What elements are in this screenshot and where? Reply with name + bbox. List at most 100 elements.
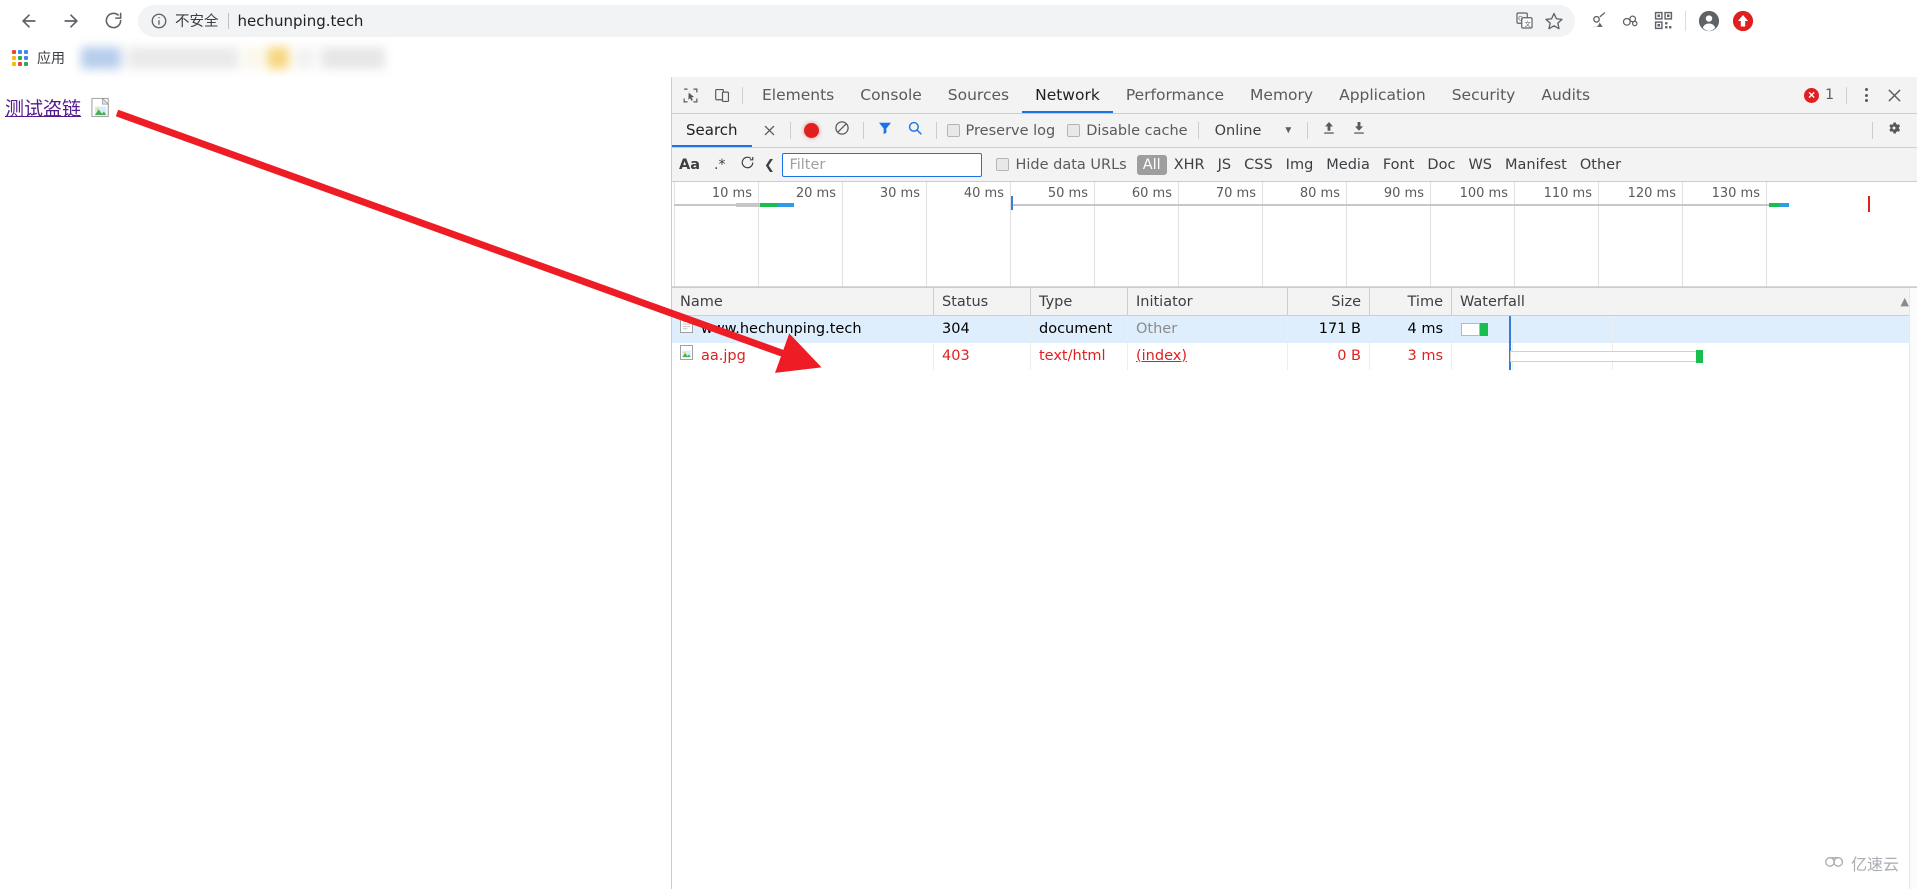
request-size: 171 B xyxy=(1288,315,1370,343)
tab-elements[interactable]: Elements xyxy=(749,77,847,113)
molecule-icon[interactable] xyxy=(1615,5,1647,37)
arrow-right-icon xyxy=(61,11,81,31)
search-drawer-tab[interactable]: Search xyxy=(672,114,752,147)
bookmark-item[interactable] xyxy=(321,47,385,69)
preserve-log-checkbox[interactable]: Preserve log xyxy=(946,122,1056,139)
filter-toggle-button[interactable] xyxy=(870,117,900,145)
tab-audits[interactable]: Audits xyxy=(1528,77,1603,113)
type-filter-media[interactable]: Media xyxy=(1320,155,1376,175)
search-close-icon[interactable] xyxy=(756,117,784,145)
overview-gridline xyxy=(842,182,843,287)
table-row[interactable]: www.hechunping.tech 304 document Other 1… xyxy=(672,315,1917,343)
type-filter-all[interactable]: All xyxy=(1136,154,1167,175)
toolbar-divider-3 xyxy=(935,122,937,139)
account-avatar-icon[interactable] xyxy=(1692,4,1726,38)
type-filter-ws[interactable]: WS xyxy=(1462,155,1498,175)
type-filter-manifest[interactable]: Manifest xyxy=(1499,155,1573,175)
qr-code-icon[interactable] xyxy=(1647,5,1679,37)
broken-image-icon xyxy=(91,97,112,118)
close-icon[interactable] xyxy=(1879,82,1909,108)
request-initiator: Other xyxy=(1128,315,1288,343)
throttling-dropdown[interactable]: Online ▼ xyxy=(1205,123,1294,139)
error-count-badge[interactable]: × 1 xyxy=(1804,87,1834,103)
request-initiator-link[interactable]: (index) xyxy=(1136,348,1187,364)
regex-button[interactable]: .* xyxy=(707,157,732,173)
filter-input[interactable] xyxy=(782,152,983,177)
column-header-waterfall[interactable]: Waterfall ▲ xyxy=(1452,288,1917,316)
tab-performance[interactable]: Performance xyxy=(1113,77,1237,113)
request-size: 0 B xyxy=(1288,342,1370,370)
request-type: document xyxy=(1031,315,1128,343)
column-header-waterfall-label: Waterfall xyxy=(1460,293,1525,310)
apps-shortcut[interactable]: 应用 xyxy=(12,48,65,68)
type-filter-js[interactable]: JS xyxy=(1212,155,1237,175)
bookmark-item[interactable] xyxy=(267,47,289,69)
table-row[interactable]: aa.jpg 403 text/html (index) 0 B 3 ms xyxy=(672,342,1917,370)
more-vertical-icon[interactable] xyxy=(1853,82,1879,108)
collapse-search-button[interactable]: ❮ xyxy=(762,151,776,179)
match-case-button[interactable]: Aa xyxy=(672,157,707,173)
import-har-button[interactable] xyxy=(1314,117,1344,145)
type-filter-font[interactable]: Font xyxy=(1377,155,1421,175)
forward-button[interactable] xyxy=(54,4,88,38)
vertical-scrollbar[interactable] xyxy=(1909,288,1917,889)
network-overview[interactable]: 10 ms 20 ms 30 ms 40 ms 50 ms 60 ms 70 m… xyxy=(672,182,1917,288)
bookmark-item[interactable] xyxy=(81,47,121,69)
throttling-value: Online xyxy=(1214,122,1262,139)
bookmark-item[interactable] xyxy=(127,47,239,69)
refresh-icon xyxy=(740,155,755,175)
column-header-size[interactable]: Size xyxy=(1288,288,1370,316)
type-filter-other[interactable]: Other xyxy=(1574,155,1627,175)
hide-data-urls-checkbox[interactable]: Hide data URLs xyxy=(996,157,1127,173)
star-icon[interactable] xyxy=(1539,6,1569,36)
record-button[interactable] xyxy=(797,117,827,145)
tab-memory[interactable]: Memory xyxy=(1237,77,1326,113)
overview-marker xyxy=(1868,196,1870,212)
translate-icon[interactable]: G文 xyxy=(1509,6,1539,36)
clear-button[interactable] xyxy=(827,117,857,145)
type-filter-xhr[interactable]: XHR xyxy=(1168,155,1211,175)
hotlink-test-link[interactable]: 测试盗链 xyxy=(5,94,81,121)
tab-console[interactable]: Console xyxy=(847,77,935,113)
gear-icon xyxy=(1886,120,1902,141)
column-header-time[interactable]: Time xyxy=(1370,288,1452,316)
satellite-dish-icon[interactable] xyxy=(1583,5,1615,37)
settings-button[interactable] xyxy=(1879,117,1909,145)
error-circle-icon: × xyxy=(1804,87,1820,103)
column-header-status[interactable]: Status xyxy=(934,288,1031,316)
refresh-search-button[interactable] xyxy=(732,151,762,179)
type-filter-doc[interactable]: Doc xyxy=(1421,155,1461,175)
bookmark-item[interactable] xyxy=(295,47,315,69)
overview-tick-label: 120 ms xyxy=(1627,186,1676,201)
search-button[interactable] xyxy=(900,117,930,145)
type-filter-css[interactable]: CSS xyxy=(1238,155,1279,175)
address-bar[interactable]: 不安全 hechunping.tech G文 xyxy=(138,4,1575,37)
column-header-type[interactable]: Type xyxy=(1031,288,1128,316)
svg-text:G: G xyxy=(1518,16,1523,23)
tab-application[interactable]: Application xyxy=(1326,77,1439,113)
toolbar-divider-2 xyxy=(862,122,864,139)
device-toolbar-icon[interactable] xyxy=(708,82,736,108)
bookmark-item[interactable] xyxy=(245,47,261,69)
tab-security[interactable]: Security xyxy=(1439,77,1529,113)
checkbox-box xyxy=(946,124,960,137)
column-header-name[interactable]: Name xyxy=(672,288,934,316)
blurred-bookmarks[interactable] xyxy=(81,46,391,70)
update-arrow-icon[interactable] xyxy=(1726,4,1760,38)
overview-tick-label: 100 ms xyxy=(1459,186,1508,201)
checkbox-box xyxy=(1067,124,1081,137)
preserve-log-label: Preserve log xyxy=(965,122,1056,139)
back-button[interactable] xyxy=(12,4,46,38)
info-circle-icon[interactable] xyxy=(150,12,168,30)
reload-button[interactable] xyxy=(96,4,130,38)
devtools-panel: Elements Console Sources Network Perform… xyxy=(671,77,1917,889)
upload-arrow-icon xyxy=(1321,120,1337,141)
inspect-element-icon[interactable] xyxy=(676,82,704,108)
overview-tick-label: 50 ms xyxy=(1047,186,1088,201)
tab-network[interactable]: Network xyxy=(1022,77,1113,113)
column-header-initiator[interactable]: Initiator xyxy=(1128,288,1288,316)
type-filter-img[interactable]: Img xyxy=(1280,155,1320,175)
tab-sources[interactable]: Sources xyxy=(935,77,1022,113)
disable-cache-checkbox[interactable]: Disable cache xyxy=(1067,123,1188,139)
export-har-button[interactable] xyxy=(1344,117,1374,145)
